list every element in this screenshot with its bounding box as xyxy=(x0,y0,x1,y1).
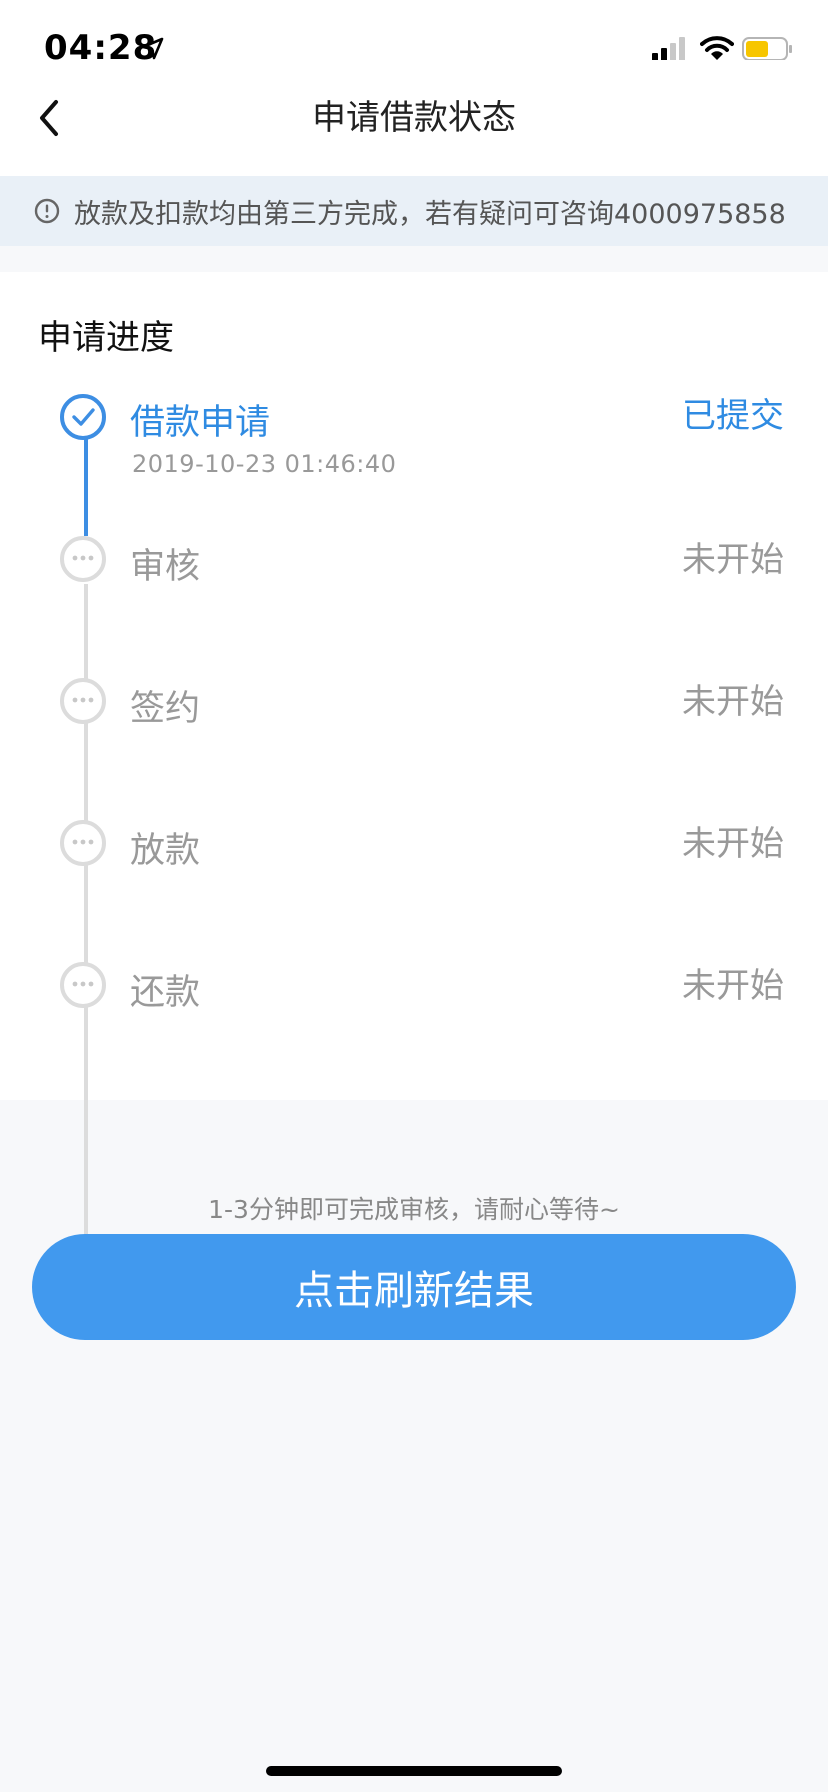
battery-icon xyxy=(742,37,792,61)
step-name: 借款申请 xyxy=(130,403,271,443)
pending-dots-icon xyxy=(60,962,106,1008)
step-name: 放款 xyxy=(130,831,201,871)
info-alert-icon xyxy=(34,198,60,224)
step-status: 未开始 xyxy=(682,966,784,1006)
wait-hint: 1-3分钟即可完成审核，请耐心等待~ xyxy=(208,1195,620,1224)
pending-dots-icon xyxy=(60,678,106,724)
step-status: 未开始 xyxy=(682,540,784,580)
step-status: 已提交 xyxy=(682,396,784,436)
section-title: 申请进度 xyxy=(38,318,174,358)
refresh-result-button[interactable]: 点击刷新结果 xyxy=(32,1234,796,1340)
step-signing: 签约 未开始 xyxy=(0,678,828,778)
notice-banner: 放款及扣款均由第三方完成，若有疑问可咨询4000975858 xyxy=(0,176,828,246)
step-status: 未开始 xyxy=(682,682,784,722)
check-circle-icon xyxy=(60,394,106,440)
progress-card: 申请进度 借款申请 2019-10-23 01:46:40 已提交 审核 未开始… xyxy=(0,272,828,1244)
wifi-icon xyxy=(700,36,734,60)
cellular-signal-icon xyxy=(652,37,685,61)
step-review: 审核 未开始 xyxy=(0,536,828,636)
notice-text: 放款及扣款均由第三方完成，若有疑问可咨询4000975858 xyxy=(74,199,786,230)
step-status: 未开始 xyxy=(682,824,784,864)
step-date: 2019-10-23 01:46:40 xyxy=(132,450,397,478)
step-name: 还款 xyxy=(130,973,201,1013)
step-name: 审核 xyxy=(130,547,201,587)
nav-header: 申请借款状态 xyxy=(0,60,828,176)
step-loan-application: 借款申请 2019-10-23 01:46:40 已提交 xyxy=(0,394,828,494)
location-arrow-icon xyxy=(141,37,164,60)
step-disbursement: 放款 未开始 xyxy=(0,820,828,920)
step-repayment: 还款 未开始 xyxy=(0,962,828,1062)
home-indicator[interactable] xyxy=(266,1766,562,1776)
pending-dots-icon xyxy=(60,536,106,582)
page-title: 申请借款状态 xyxy=(312,98,516,138)
step-name: 签约 xyxy=(130,689,201,729)
pending-dots-icon xyxy=(60,820,106,866)
